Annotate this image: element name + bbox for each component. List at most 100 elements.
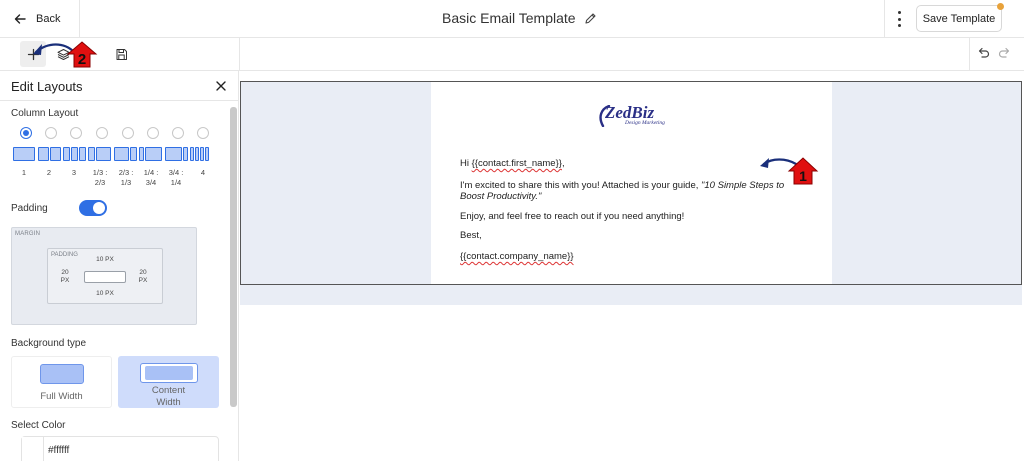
panel-scrollbar[interactable] — [230, 107, 237, 407]
layout-radio-4[interactable] — [96, 127, 108, 139]
bg-content-label-line2: Width — [156, 397, 181, 408]
template-title: Basic Email Template — [442, 10, 597, 26]
edit-layouts-panel: Edit Layouts Column Layout 1 2 3 1/3: 2… — [0, 71, 239, 461]
full-width-icon — [40, 364, 84, 384]
undo-icon[interactable] — [976, 46, 990, 60]
email-paragraph-1: I'm excited to share this with you! Atta… — [460, 180, 800, 202]
canvas-bottom-strip — [240, 285, 1022, 305]
company-name-token: {{contact.company_name}} — [460, 251, 574, 262]
layout-option-7[interactable] — [165, 147, 188, 161]
email-paragraph-2: Enjoy, and feel free to reach out if you… — [460, 211, 685, 222]
greeting-suffix: , — [561, 158, 565, 169]
select-color-label: Select Color — [11, 420, 66, 431]
notification-dot — [997, 3, 1004, 10]
padding-left-number: 20 — [61, 269, 69, 276]
layout-label-8: 4 — [200, 168, 206, 177]
padding-label: Padding — [11, 203, 48, 214]
layout-label-4: 1/3 : 2/3 — [92, 168, 108, 187]
panel-title: Edit Layouts — [11, 79, 83, 94]
content-width-icon — [140, 363, 198, 383]
email-signoff: Best, — [460, 230, 482, 241]
email-company: {{contact.company_name}} — [460, 251, 574, 262]
color-swatch[interactable] — [22, 437, 44, 461]
layout-radio-1[interactable] — [20, 127, 32, 139]
layout-radio-3[interactable] — [70, 127, 82, 139]
paragraph-1-text: I'm excited to share this with you! Atta… — [460, 180, 702, 191]
guide-title-part-2: Boost Productivity." — [460, 191, 542, 202]
divider — [969, 38, 970, 71]
layout-option-3[interactable] — [63, 147, 86, 161]
margin-label: MARGIN — [15, 231, 41, 237]
email-builder: Back Basic Email Template Save Template — [0, 0, 1024, 461]
more-options-icon[interactable] — [893, 11, 905, 27]
page-title: Basic Email Template — [442, 10, 576, 26]
layout-option-2[interactable] — [38, 147, 61, 161]
redo-icon[interactable] — [998, 46, 1012, 60]
layout-radio-5[interactable] — [122, 127, 134, 139]
layout-option-8[interactable] — [190, 147, 209, 161]
padding-bottom-value[interactable]: 10 PX — [93, 290, 117, 298]
layout-label-5: 2/3 : 1/3 — [118, 168, 134, 187]
column-layout-label: Column Layout — [11, 108, 79, 119]
layout-option-6[interactable] — [139, 147, 162, 161]
padding-toggle[interactable] — [79, 200, 107, 216]
layout-options — [11, 147, 221, 163]
first-name-token: {{contact.first_name}} — [471, 158, 562, 169]
email-row-selected[interactable]: ZedBiz Design Marketing Hi {{contact.fir… — [240, 81, 1022, 285]
back-button[interactable]: Back — [14, 8, 60, 30]
layout-radio-group — [18, 127, 218, 140]
panel-header: Edit Layouts — [0, 71, 238, 101]
bg-content-label-line1: Content — [151, 385, 186, 396]
color-input[interactable]: #ffffff — [21, 436, 219, 461]
back-label: Back — [36, 13, 61, 25]
email-canvas: ZedBiz Design Marketing Hi {{contact.fir… — [240, 71, 1024, 461]
divider — [884, 0, 885, 38]
save-template-button[interactable]: Save Template — [916, 5, 1002, 32]
top-bar: Back Basic Email Template Save Template — [0, 0, 1024, 38]
layout-label-3: 3 — [71, 168, 77, 177]
layout-option-4[interactable] — [88, 147, 111, 161]
annotation-arrow-1-icon: 1 — [760, 157, 819, 185]
layout-labels: 1 2 3 1/3 : 2/3 2/3 : 1/3 1/4 : 3/4 3/4 … — [11, 168, 221, 194]
layout-radio-8[interactable] — [197, 127, 209, 139]
padding-right-unit: PX — [138, 277, 148, 284]
close-icon[interactable] — [215, 80, 227, 92]
company-logo: ZedBiz Design Marketing — [597, 103, 667, 129]
bg-full-width-option[interactable]: Full Width — [11, 356, 112, 408]
layout-option-5[interactable] — [114, 147, 137, 161]
background-type-label: Background type — [11, 338, 87, 349]
divider — [79, 0, 80, 38]
annotation-number-1: 1 — [799, 168, 807, 184]
email-greeting: Hi {{contact.first_name}}, — [460, 158, 565, 169]
content-preview-box — [84, 271, 126, 283]
arrow-left-icon — [14, 14, 26, 24]
layout-radio-2[interactable] — [45, 127, 57, 139]
padding-box: PADDING 10 PX 10 PX 20 PX 20 PX — [47, 248, 163, 304]
padding-box-label: PADDING — [51, 252, 78, 258]
bg-content-width-label: Content Width — [118, 385, 219, 409]
padding-right-number: 20 — [139, 269, 147, 276]
save-draft-button[interactable] — [108, 41, 134, 67]
padding-left-value[interactable]: 20 PX — [56, 269, 74, 285]
padding-top-value[interactable]: 10 PX — [93, 256, 117, 264]
layout-label-7: 3/4 : 1/4 — [168, 168, 184, 187]
bg-content-width-option[interactable]: Content Width — [118, 356, 219, 408]
padding-left-unit: PX — [60, 277, 70, 284]
divider — [239, 38, 240, 71]
layout-radio-6[interactable] — [147, 127, 159, 139]
padding-right-value[interactable]: 20 PX — [134, 269, 152, 285]
layout-label-1: 1 — [21, 168, 27, 177]
layout-option-1[interactable] — [13, 147, 35, 161]
floppy-disk-icon — [116, 48, 127, 60]
annotation-number-2: 2 — [78, 51, 86, 68]
bg-full-width-label: Full Width — [40, 391, 83, 402]
annotation-arrow-2-icon: 2 — [33, 41, 98, 68]
greeting-prefix: Hi — [460, 158, 472, 169]
layout-label-2: 2 — [46, 168, 52, 177]
logo-subtext: Design Marketing — [625, 120, 665, 126]
color-value: #ffffff — [48, 445, 70, 456]
layout-radio-7[interactable] — [172, 127, 184, 139]
toolbar — [0, 38, 1024, 71]
layout-label-6: 1/4 : 3/4 — [143, 168, 159, 187]
pencil-icon[interactable] — [584, 12, 597, 25]
